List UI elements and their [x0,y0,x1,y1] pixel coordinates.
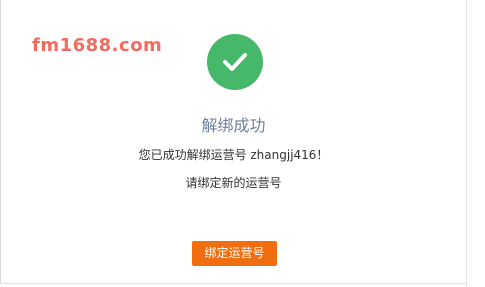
bind-operator-button[interactable]: 绑定运营号 [192,241,277,266]
panel-bottom-border [0,283,467,284]
unbind-message: 您已成功解绑运营号 zhangjj416！ [138,148,329,162]
panel-right-border [466,0,467,287]
rebind-prompt: 请绑定新的运营号 [185,176,282,190]
checkmark-icon [207,34,263,90]
watermark-text: fm1688.com [32,35,163,56]
panel-left-border [0,0,1,283]
success-title: 解绑成功 [201,116,266,135]
